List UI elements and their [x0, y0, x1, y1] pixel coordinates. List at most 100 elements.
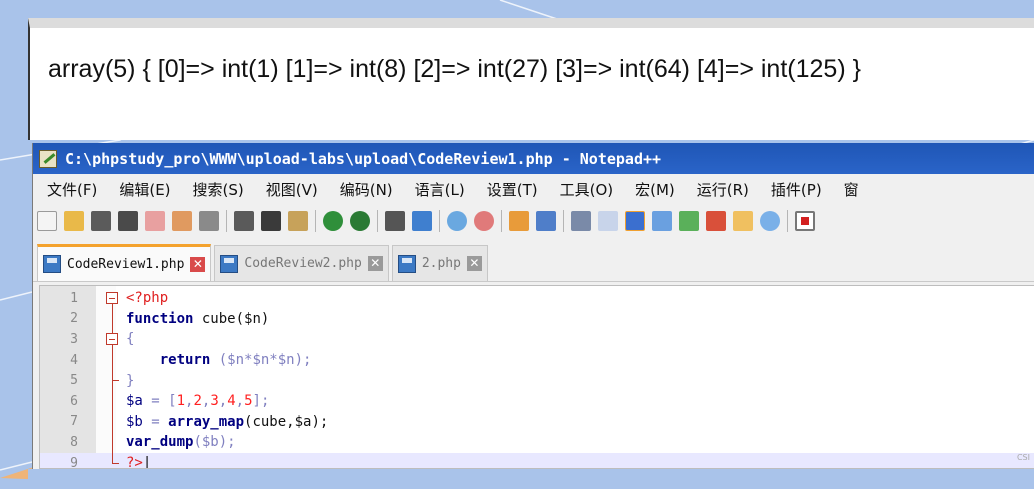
- code-text: function cube($n): [126, 310, 270, 327]
- tab-codereview1[interactable]: CodeReview1.php ✕: [37, 244, 212, 281]
- folder-workspace-icon[interactable]: [733, 211, 753, 231]
- undo-icon[interactable]: [323, 211, 343, 231]
- line-number: 4: [70, 352, 78, 368]
- saved-file-icon: [397, 254, 416, 273]
- replace-icon[interactable]: [412, 211, 432, 231]
- close-file-icon[interactable]: [145, 211, 165, 231]
- toolbar-separator: [439, 210, 440, 232]
- fold-end: [106, 370, 120, 392]
- title-bar[interactable]: C:\phpstudy_pro\WWW\upload-labs\upload\C…: [33, 143, 1034, 174]
- close-all-icon[interactable]: [172, 211, 192, 231]
- menu-edit[interactable]: 编辑(E): [119, 179, 170, 200]
- menu-window[interactable]: 窗: [844, 179, 859, 200]
- menu-language[interactable]: 语言(L): [415, 179, 465, 200]
- code-line-6[interactable]: 6 $a = [1,2,3,4,5];: [40, 390, 1034, 412]
- paste-icon[interactable]: [288, 211, 308, 231]
- line-number: 2: [70, 311, 78, 327]
- toolbar-separator: [226, 210, 227, 232]
- code-text: <?php: [126, 290, 169, 307]
- php-output-text: array(5) { [0]=> int(1) [1]=> int(8) [2]…: [48, 55, 861, 83]
- save-all-icon[interactable]: [118, 211, 138, 231]
- tab-label: CodeReview1.php: [67, 256, 185, 272]
- cut-icon[interactable]: [234, 211, 254, 231]
- sync-horizontal-icon[interactable]: [536, 211, 556, 231]
- tab-label: 2.php: [421, 256, 461, 271]
- function-list-icon[interactable]: [706, 211, 726, 231]
- code-text: {: [126, 331, 135, 348]
- redo-icon[interactable]: [350, 211, 370, 231]
- line-number: 5: [70, 373, 78, 389]
- notepad-app-icon: [39, 149, 57, 168]
- code-line-4[interactable]: 4 return ($n*$n*$n);: [40, 349, 1034, 371]
- open-folder-icon[interactable]: [64, 211, 84, 231]
- new-file-icon[interactable]: [37, 211, 57, 231]
- record-macro-icon[interactable]: [795, 211, 815, 231]
- browser-output-area: array(5) { [0]=> int(1) [1]=> int(8) [2]…: [28, 18, 1034, 140]
- menu-view[interactable]: 视图(V): [266, 179, 318, 200]
- fold-marker[interactable]: [106, 288, 120, 309]
- code-text: $a = [1,2,3,4,5];: [126, 393, 270, 410]
- menu-search[interactable]: 搜索(S): [193, 179, 244, 200]
- user-language-icon[interactable]: [652, 211, 672, 231]
- watermark: CSI: [1016, 453, 1030, 462]
- line-number: 9: [70, 455, 78, 469]
- code-text: var_dump($b);: [126, 434, 236, 451]
- word-wrap-icon[interactable]: [571, 211, 591, 231]
- monitoring-icon[interactable]: [760, 211, 780, 231]
- menu-macro[interactable]: 宏(M): [635, 179, 675, 200]
- save-icon[interactable]: [91, 211, 111, 231]
- code-text: }: [126, 372, 135, 389]
- code-editor[interactable]: 1 <?php 2 function cube($n) 3 { 4 return…: [39, 285, 1034, 469]
- close-tab-icon[interactable]: ✕: [190, 256, 206, 272]
- code-line-1[interactable]: 1 <?php: [40, 288, 1034, 309]
- code-line-3[interactable]: 3 {: [40, 329, 1034, 351]
- toolbar-separator: [377, 210, 378, 232]
- code-text: return ($n*$n*$n);: [159, 352, 312, 369]
- line-number: 7: [70, 414, 78, 430]
- copy-icon[interactable]: [261, 211, 281, 231]
- tab-codereview2[interactable]: CodeReview2.php ✕: [214, 245, 389, 281]
- line-number: 3: [70, 331, 78, 347]
- fold-end: [106, 452, 120, 468]
- bottom-background: [28, 469, 1034, 489]
- document-map-icon[interactable]: [679, 211, 699, 231]
- fold-line: [106, 432, 120, 453]
- close-tab-icon[interactable]: ✕: [466, 256, 482, 271]
- menu-encoding[interactable]: 编码(N): [340, 179, 393, 200]
- code-line-7[interactable]: 7 $b = array_map(cube,$a);: [40, 411, 1034, 433]
- menu-bar: 文件(F) 编辑(E) 搜索(S) 视图(V) 编码(N) 语言(L) 设置(T…: [33, 174, 1034, 204]
- line-number: 6: [70, 393, 78, 409]
- fold-line: [106, 349, 120, 371]
- code-line-5[interactable]: 5 }: [40, 370, 1034, 392]
- tab-label: CodeReview2.php: [244, 256, 362, 271]
- code-line-9[interactable]: 9 ?>|: [40, 452, 1034, 469]
- code-lines: 1 <?php 2 function cube($n) 3 { 4 return…: [40, 288, 1034, 469]
- toolbar-separator: [787, 210, 788, 232]
- zoom-out-icon[interactable]: [474, 211, 494, 231]
- toolbar-separator: [501, 210, 502, 232]
- tab-bar: CodeReview1.php ✕ CodeReview2.php ✕ 2.ph…: [33, 242, 1034, 282]
- sync-vertical-icon[interactable]: [509, 211, 529, 231]
- fold-marker[interactable]: [106, 329, 120, 351]
- fold-line: [106, 390, 120, 412]
- code-line-8[interactable]: 8 var_dump($b);: [40, 432, 1034, 453]
- tab-2-php[interactable]: 2.php ✕: [391, 245, 488, 281]
- menu-plugins[interactable]: 插件(P): [771, 179, 822, 200]
- close-tab-icon[interactable]: ✕: [367, 256, 383, 271]
- code-text: ?>|: [126, 455, 152, 469]
- notepad-plus-plus-window: C:\phpstudy_pro\WWW\upload-labs\upload\C…: [32, 143, 1034, 469]
- saved-file-icon: [220, 254, 239, 273]
- menu-tools[interactable]: 工具(O): [560, 179, 614, 200]
- menu-run[interactable]: 运行(R): [697, 179, 749, 200]
- zoom-in-icon[interactable]: [447, 211, 467, 231]
- fold-line: [106, 308, 120, 330]
- code-line-2[interactable]: 2 function cube($n): [40, 308, 1034, 330]
- code-text: $b = array_map(cube,$a);: [126, 413, 329, 430]
- indent-guide-icon[interactable]: [625, 211, 645, 231]
- print-icon[interactable]: [199, 211, 219, 231]
- find-icon[interactable]: [385, 211, 405, 231]
- menu-file[interactable]: 文件(F): [47, 179, 97, 200]
- show-symbols-icon[interactable]: [598, 211, 618, 231]
- line-number: 1: [70, 290, 78, 306]
- menu-settings[interactable]: 设置(T): [487, 179, 538, 200]
